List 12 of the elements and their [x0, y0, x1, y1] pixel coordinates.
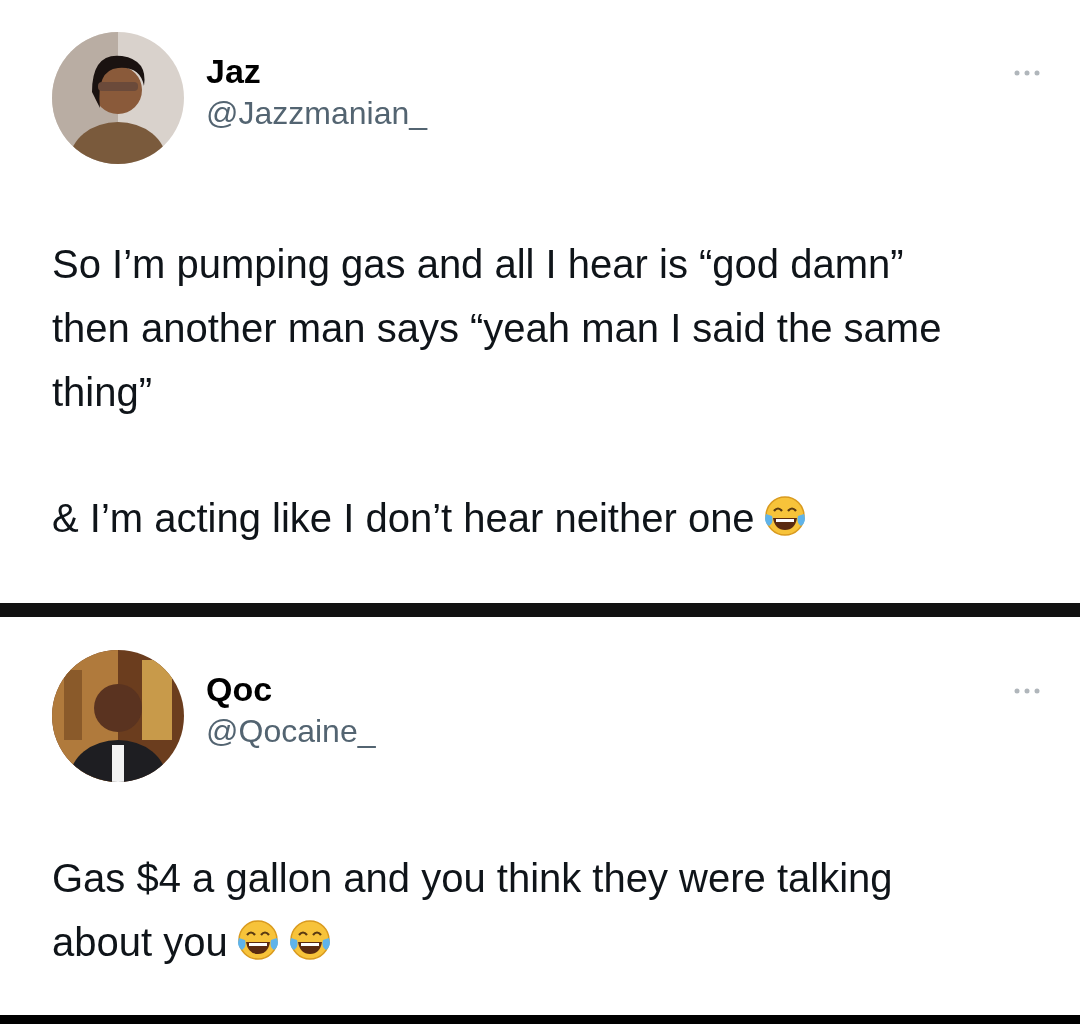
tweet-text: So I’m pumping gas and all I hear is “god damn” then another man says “yeah man I said the same thing” [52, 241, 943, 416]
tweet-text: & I’m acting like I don’t hear neither one [52, 486, 967, 550]
more-options-icon[interactable] [1014, 70, 1040, 76]
user-handle: @Qocaine_ [206, 712, 376, 751]
tweet-text: Gas $4 a gallon and you think they were talking about you [52, 855, 894, 966]
display-name: Qoc [206, 669, 274, 710]
user-handle: @Jazzmanian_ [206, 94, 428, 133]
laughing-emoji-icon [287, 918, 332, 962]
display-name: Jaz [206, 51, 262, 92]
more-options-icon[interactable] [1014, 688, 1040, 694]
laughing-emoji-icon [762, 494, 807, 538]
laughing-emoji-icon [235, 918, 280, 962]
